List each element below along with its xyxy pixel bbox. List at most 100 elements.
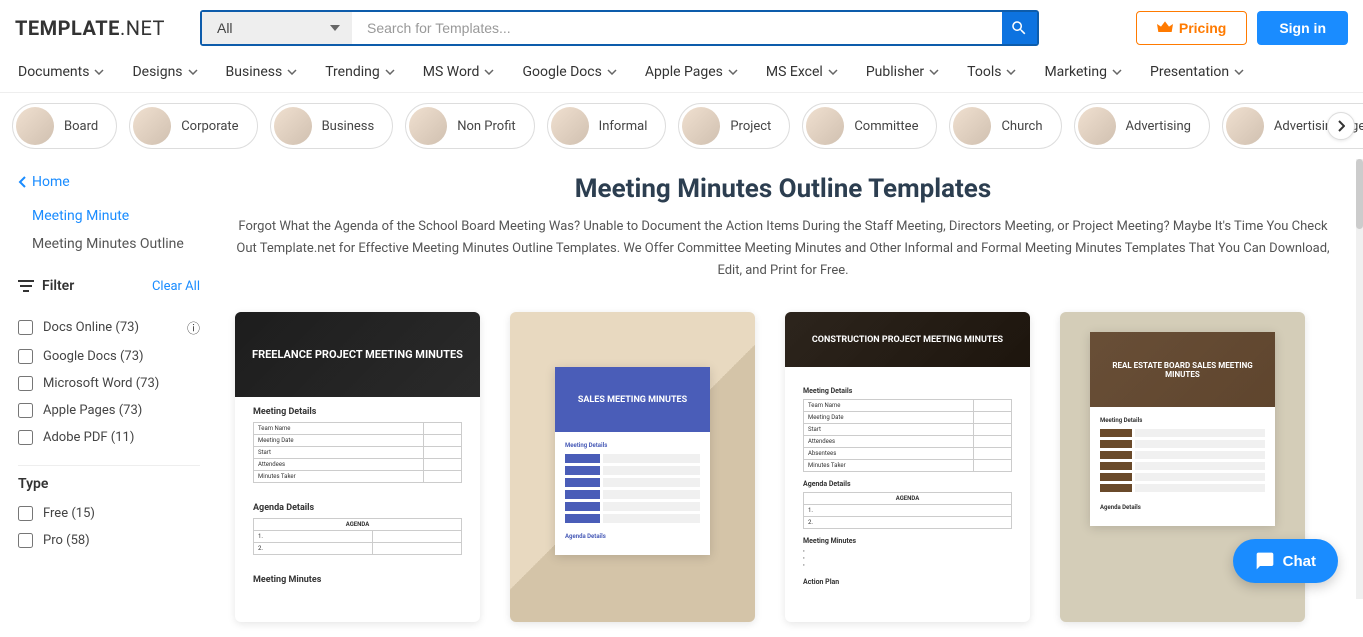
search-bar: All bbox=[200, 10, 1039, 46]
card-title: REAL ESTATE BOARD SALES MEETING MINUTES bbox=[1090, 332, 1275, 407]
card-section: Meeting Minutes bbox=[253, 575, 462, 585]
card-title: SALES MEETING MINUTES bbox=[555, 367, 710, 432]
template-card[interactable]: SALES MEETING MINUTES Meeting Details Ag… bbox=[510, 312, 755, 622]
filter-label: Filter bbox=[18, 278, 74, 294]
page-title: Meeting Minutes Outline Templates bbox=[235, 174, 1331, 204]
checkbox[interactable] bbox=[18, 349, 33, 364]
category-chips: Board Corporate BusinessNon Profit Informal… bbox=[0, 93, 1363, 159]
chevron-down-icon bbox=[728, 69, 738, 75]
scrollbar[interactable] bbox=[1356, 159, 1363, 599]
filter-format[interactable]: Google Docs (73) bbox=[18, 343, 200, 370]
nav-designs[interactable]: Designs bbox=[132, 64, 197, 80]
chip-thumb bbox=[551, 107, 589, 145]
card-section: Meeting Minutes bbox=[803, 537, 1012, 545]
nav-marketing[interactable]: Marketing bbox=[1044, 64, 1122, 80]
nav-apple-pages[interactable]: Apple Pages bbox=[645, 64, 738, 80]
checkbox[interactable] bbox=[18, 506, 33, 521]
chips-next[interactable] bbox=[1327, 112, 1355, 140]
chevron-down-icon bbox=[188, 69, 198, 75]
chip-church[interactable]: Church bbox=[949, 103, 1061, 149]
checkbox[interactable] bbox=[18, 376, 33, 391]
template-card[interactable]: CONSTRUCTION PROJECT MEETING MINUTES Mee… bbox=[785, 312, 1030, 622]
chip-thumb bbox=[806, 107, 844, 145]
chevron-down-icon bbox=[1112, 69, 1122, 75]
nav-documents[interactable]: Documents bbox=[18, 64, 104, 80]
chip-business[interactable]: Business bbox=[270, 103, 394, 149]
sidebar-meeting-minute[interactable]: Meeting Minute bbox=[18, 202, 200, 230]
card-section: Agenda Details bbox=[253, 503, 462, 513]
filter-format[interactable]: Apple Pages (73) bbox=[18, 397, 200, 424]
chevron-left-icon bbox=[18, 176, 26, 188]
pricing-button[interactable]: Pricing bbox=[1136, 11, 1247, 45]
nav-publisher[interactable]: Publisher bbox=[866, 64, 939, 80]
chip-thumb bbox=[1226, 107, 1264, 145]
card-title: FREELANCE PROJECT MEETING MINUTES bbox=[235, 312, 480, 397]
nav-tools[interactable]: Tools bbox=[967, 64, 1016, 80]
checkbox[interactable] bbox=[18, 533, 33, 548]
card-section: Meeting Details bbox=[565, 442, 700, 449]
chevron-down-icon bbox=[929, 69, 939, 75]
search-button[interactable] bbox=[1002, 12, 1037, 44]
chevron-down-icon bbox=[1006, 69, 1016, 75]
chip-corporate[interactable]: Corporate bbox=[129, 103, 257, 149]
filter-type[interactable]: Pro (58) bbox=[18, 527, 200, 554]
nav-presentation[interactable]: Presentation bbox=[1150, 64, 1244, 80]
logo[interactable]: TEMPLATE.NET bbox=[15, 16, 165, 40]
nav-ms-excel[interactable]: MS Excel bbox=[766, 64, 838, 80]
chat-icon bbox=[1255, 551, 1275, 571]
chip-informal[interactable]: Informal bbox=[547, 103, 667, 149]
crown-icon bbox=[1157, 21, 1173, 35]
checkbox[interactable] bbox=[18, 403, 33, 418]
chip-board[interactable]: Board bbox=[12, 103, 117, 149]
nav-google-docs[interactable]: Google Docs bbox=[522, 64, 616, 80]
page-description: Forgot What the Agenda of the School Boa… bbox=[235, 216, 1331, 282]
chip-thumb bbox=[274, 107, 312, 145]
main-nav: Documents Designs Business Trending MS W… bbox=[0, 56, 1363, 93]
checkbox[interactable] bbox=[18, 320, 33, 335]
chevron-down-icon bbox=[1234, 69, 1244, 75]
chevron-down-icon bbox=[607, 69, 617, 75]
chip-advertising[interactable]: Advertising bbox=[1074, 103, 1210, 149]
card-section: Agenda Details bbox=[803, 480, 1012, 488]
nav-ms-word[interactable]: MS Word bbox=[423, 64, 495, 80]
filter-format[interactable]: Docs Online (73)ⓘ bbox=[18, 312, 200, 343]
card-title: CONSTRUCTION PROJECT MEETING MINUTES bbox=[785, 312, 1030, 367]
chevron-right-icon bbox=[1337, 120, 1345, 132]
card-section: Action Plan bbox=[803, 578, 1012, 586]
clear-all[interactable]: Clear All bbox=[152, 279, 200, 294]
nav-trending[interactable]: Trending bbox=[325, 64, 395, 80]
filter-format[interactable]: Adobe PDF (11) bbox=[18, 424, 200, 451]
search-icon bbox=[1010, 19, 1028, 37]
filter-format[interactable]: Microsoft Word (73) bbox=[18, 370, 200, 397]
chevron-down-icon bbox=[94, 69, 104, 75]
chevron-down-icon bbox=[385, 69, 395, 75]
type-heading: Type bbox=[18, 476, 200, 492]
breadcrumb-back[interactable]: Home bbox=[18, 174, 200, 190]
sidebar: Home Meeting Minute Meeting Minutes Outl… bbox=[0, 159, 210, 637]
chevron-down-icon bbox=[484, 69, 494, 75]
chip-thumb bbox=[133, 107, 171, 145]
chevron-down-icon bbox=[828, 69, 838, 75]
content-area: Meeting Minutes Outline Templates Forgot… bbox=[210, 159, 1356, 637]
chip-non-profit[interactable]: Non Profit bbox=[405, 103, 534, 149]
template-card[interactable]: FREELANCE PROJECT MEETING MINUTES Meetin… bbox=[235, 312, 480, 622]
chip-thumb bbox=[953, 107, 991, 145]
signin-button[interactable]: Sign in bbox=[1257, 11, 1348, 45]
sidebar-current[interactable]: Meeting Minutes Outline bbox=[18, 230, 200, 258]
checkbox[interactable] bbox=[18, 430, 33, 445]
chevron-down-icon bbox=[287, 69, 297, 75]
filter-type[interactable]: Free (15) bbox=[18, 500, 200, 527]
nav-business[interactable]: Business bbox=[226, 64, 298, 80]
chip-project[interactable]: Project bbox=[678, 103, 790, 149]
search-input[interactable] bbox=[352, 12, 1002, 44]
category-select[interactable]: All bbox=[202, 12, 352, 44]
card-section: Meeting Details bbox=[803, 387, 1012, 395]
card-section: Agenda Details bbox=[1100, 504, 1265, 511]
card-section: Meeting Details bbox=[253, 407, 462, 417]
chip-thumb bbox=[1078, 107, 1116, 145]
chat-button[interactable]: Chat bbox=[1233, 539, 1338, 583]
card-section: Agenda Details bbox=[565, 533, 700, 540]
chip-thumb bbox=[409, 107, 447, 145]
info-icon[interactable]: ⓘ bbox=[187, 318, 200, 337]
chip-committee[interactable]: Committee bbox=[802, 103, 937, 149]
